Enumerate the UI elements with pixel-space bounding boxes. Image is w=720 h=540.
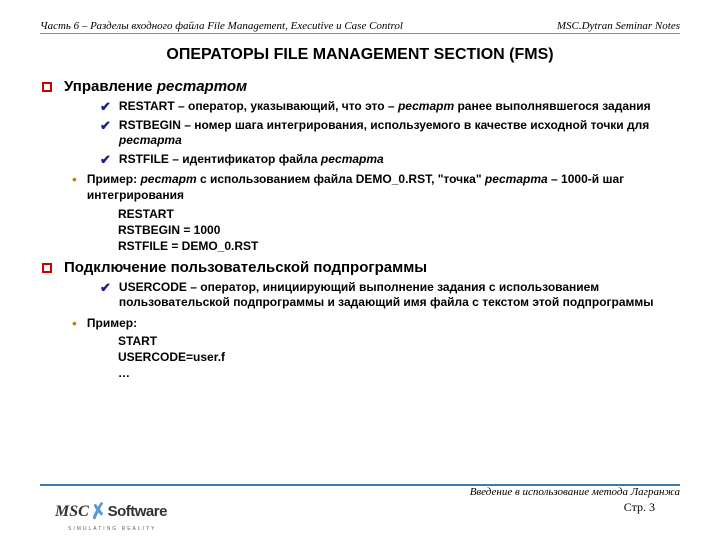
header-bar: Часть 6 – Разделы входного файла File Ma… — [40, 20, 680, 34]
check-item: ✔ RSTBEGIN – номер шага интегрирования, … — [100, 118, 680, 149]
check-icon: ✔ — [100, 118, 111, 133]
header-right: MSC.Dytran Seminar Notes — [557, 20, 680, 32]
content-area: Управление рестартом ✔ RESTART – операто… — [40, 78, 680, 380]
check-tail: ранее выполнявшегося задания — [454, 99, 651, 113]
code-line: START — [118, 334, 680, 348]
example-italic2: рестарта — [485, 172, 548, 186]
header-left: Часть 6 – Разделы входного файла File Ma… — [40, 20, 403, 32]
logo-swirl-icon: ✗ — [88, 498, 109, 526]
code-line: RESTART — [118, 207, 680, 221]
footer-right: Введение в использование метода Лагранжа… — [470, 486, 680, 515]
section-heading: Подключение пользовательской подпрограмм… — [40, 259, 680, 276]
heading-text: Подключение пользовательской подпрограмм… — [64, 259, 427, 276]
check-rest: – оператор, инициирующий выполнение зада… — [119, 280, 654, 310]
check-italic: рестарт — [398, 99, 454, 113]
logo-subtitle: SIMULATING REALITY — [68, 526, 156, 532]
box-bullet-icon — [42, 82, 52, 92]
logo-software-text: Software — [108, 503, 167, 520]
code-line: USERCODE=user.f — [118, 350, 680, 364]
box-bullet-icon — [42, 263, 52, 273]
footer-page-number: Стр. 3 — [470, 500, 680, 515]
check-icon: ✔ — [100, 99, 111, 114]
check-icon: ✔ — [100, 152, 111, 167]
footer-caption: Введение в использование метода Лагранжа — [470, 486, 680, 498]
check-rest: – оператор, указывающий, что это – — [175, 99, 398, 113]
code-line: RSTFILE = DEMO_0.RST — [118, 239, 680, 253]
footer-logo: MSC ✗ Software — [55, 499, 167, 524]
check-bold: RSTBEGIN — [119, 118, 181, 132]
section-heading: Управление рестартом — [40, 78, 680, 95]
code-line: RSTBEGIN = 1000 — [118, 223, 680, 237]
check-italic: рестарта — [119, 133, 182, 147]
check-bold: USERCODE — [119, 280, 187, 294]
example-mid: с использованием файла DEMO_0.RST, "точк… — [197, 172, 485, 186]
dot-bullet-icon: • — [72, 172, 77, 187]
check-italic: рестарта — [321, 152, 384, 166]
page-title: ОПЕРАТОРЫ FILE MANAGEMENT SECTION (FMS) — [40, 46, 680, 64]
check-icon: ✔ — [100, 280, 111, 295]
check-rest: – идентификатор файла — [169, 152, 321, 166]
check-item: ✔ USERCODE – оператор, инициирующий выпо… — [100, 280, 680, 311]
check-bold: RSTFILE — [119, 152, 169, 166]
check-rest: – номер шага интегрирования, используемо… — [181, 118, 649, 132]
code-line: … — [118, 366, 680, 380]
heading-text: Управление — [64, 78, 153, 95]
check-item: ✔ RSTFILE – идентификатор файла рестарта — [100, 152, 680, 168]
example-item: • Пример: рестарт с использованием файла… — [72, 172, 680, 203]
heading-text-italic: рестартом — [157, 78, 247, 95]
example-item: • Пример: — [72, 316, 680, 332]
logo-msc-text: MSC — [55, 503, 89, 521]
dot-bullet-icon: • — [72, 316, 77, 331]
example-pre: Пример: — [87, 172, 141, 186]
example-italic1: рестарт — [140, 172, 196, 186]
example-pre: Пример: — [87, 316, 137, 330]
check-item: ✔ RESTART – оператор, указывающий, что э… — [100, 99, 680, 115]
check-bold: RESTART — [119, 99, 175, 113]
